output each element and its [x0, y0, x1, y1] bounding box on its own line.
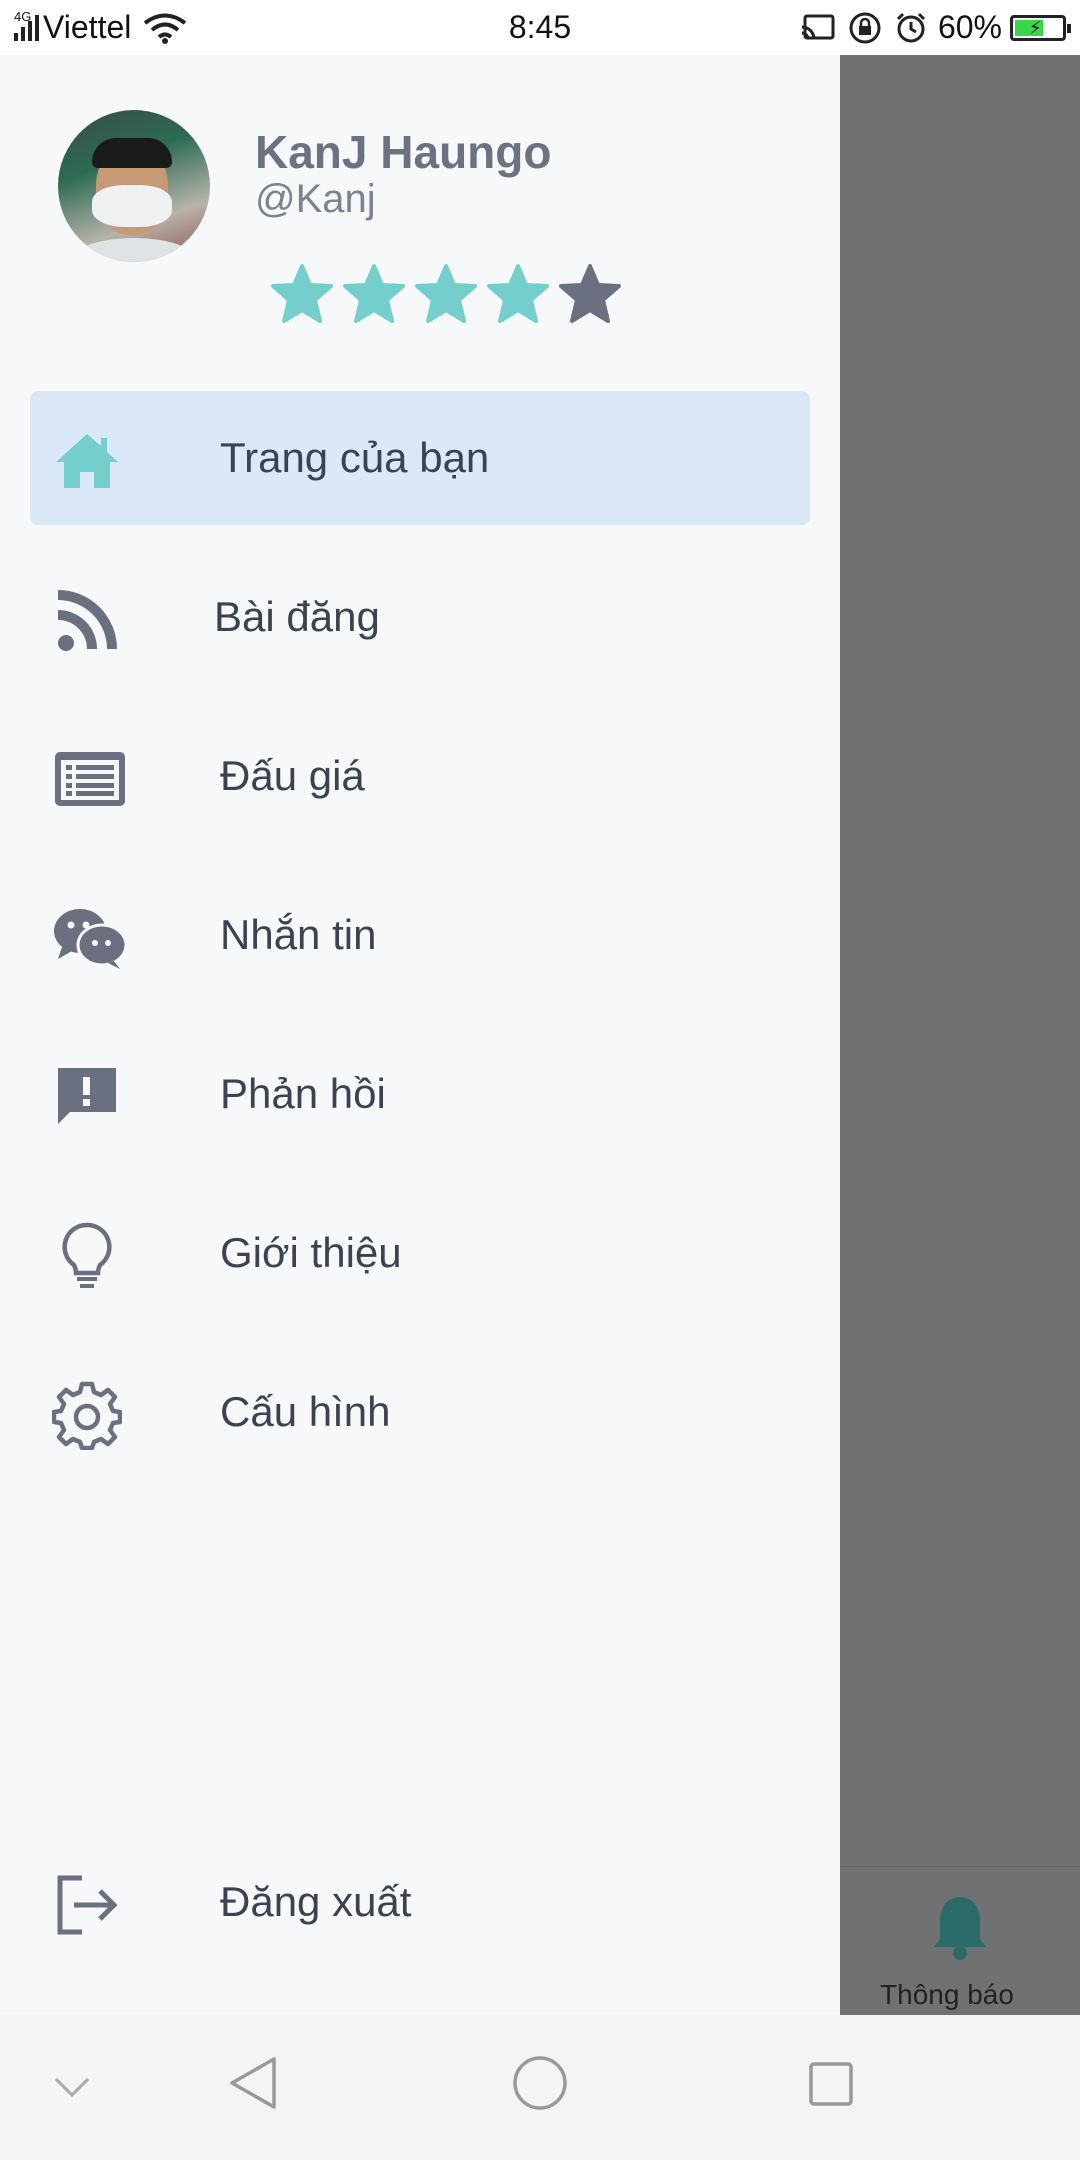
user-name: KanJ Haungo	[255, 126, 552, 178]
back-button[interactable]	[228, 2055, 278, 2116]
battery-percent: 60%	[937, 9, 1002, 45]
lightbulb-icon	[52, 1221, 122, 1291]
star-filled-icon	[487, 264, 549, 323]
menu-item-messages[interactable]: Nhắn tin	[30, 868, 810, 1002]
menu-item-home[interactable]: Trang của bạn	[30, 391, 810, 525]
star-filled-icon	[415, 264, 477, 323]
navigation-drawer: KanJ Haungo @Kanj Trang của bạn Bài đăng…	[0, 55, 840, 2015]
system-nav-bar	[0, 2015, 1080, 2160]
menu-item-label: Đấu giá	[220, 752, 365, 799]
status-bar: 4G Viettel 8:45 60% ⚡	[0, 0, 1080, 55]
star-empty-icon	[559, 264, 621, 323]
star-filled-icon	[343, 264, 405, 323]
logout-icon	[52, 1870, 122, 1940]
user-handle: @Kanj	[255, 177, 376, 221]
chevron-down-icon[interactable]	[52, 2075, 92, 2104]
rss-icon	[52, 585, 122, 655]
battery-icon: ⚡	[1010, 14, 1071, 41]
home-button[interactable]	[512, 2055, 568, 2116]
menu-item-label: Nhắn tin	[220, 911, 377, 958]
menu-item-about[interactable]: Giới thiệu	[30, 1186, 810, 1320]
menu-item-label: Trang của bạn	[220, 434, 490, 481]
logout-label: Đăng xuất	[220, 1878, 412, 1925]
menu-item-label: Giới thiệu	[220, 1229, 402, 1276]
menu-item-label: Bài đăng	[214, 593, 380, 640]
menu-item-auction[interactable]: Đấu giá	[30, 709, 810, 843]
menu-item-label: Phản hồi	[220, 1070, 386, 1117]
alarm-icon	[894, 11, 928, 45]
rating-stars	[270, 262, 622, 326]
feedback-icon	[52, 1062, 122, 1132]
clock: 8:45	[508, 9, 572, 45]
star-filled-icon	[271, 264, 333, 323]
tab-notifications-label: Thông báo	[880, 1979, 1014, 2010]
chat-icon	[52, 903, 128, 973]
cast-icon	[800, 13, 836, 43]
list-icon	[52, 744, 125, 814]
menu-item-settings[interactable]: Cấu hình	[30, 1345, 810, 1479]
rotation-lock-icon	[848, 11, 882, 45]
logout-button[interactable]: Đăng xuất	[30, 1835, 810, 1969]
bell-icon	[930, 1893, 990, 1968]
recents-button[interactable]	[808, 2061, 854, 2112]
gear-icon	[51, 1380, 123, 1451]
menu-item-posts[interactable]: Bài đăng	[30, 550, 810, 684]
drawer-scrim[interactable]	[840, 55, 1080, 2015]
avatar[interactable]	[58, 110, 210, 262]
menu-item-feedback[interactable]: Phản hồi	[30, 1027, 810, 1161]
menu-item-label: Cấu hình	[220, 1388, 391, 1435]
home-icon	[52, 426, 122, 496]
tab-notifications[interactable]: Thông báo	[840, 1866, 1080, 2017]
